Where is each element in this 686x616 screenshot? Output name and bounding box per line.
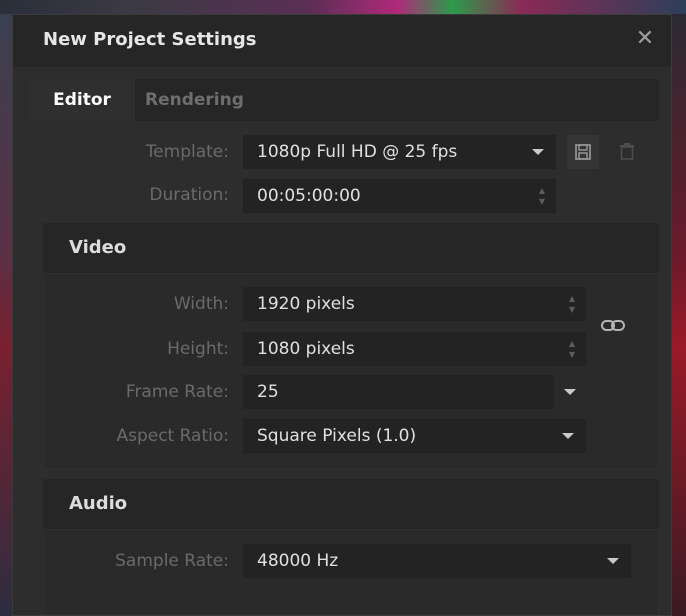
sample-rate-dropdown[interactable]: 48000 Hz (243, 544, 631, 578)
video-section-header: Video (43, 223, 659, 273)
template-dropdown[interactable]: 1080p Full HD @ 25 fps (243, 135, 556, 169)
template-value: 1080p Full HD @ 25 fps (257, 142, 458, 162)
width-label: Width: (173, 294, 229, 314)
chevron-down-icon (532, 149, 544, 155)
spin-arrows-icon[interactable]: ▲ ▼ (537, 185, 547, 207)
width-input[interactable]: 1920 pixels ▲ ▼ (243, 287, 586, 321)
aspect-ratio-dropdown[interactable]: Square Pixels (1.0) (243, 419, 586, 453)
chevron-down-icon (564, 389, 576, 395)
height-input[interactable]: 1080 pixels ▲ ▼ (243, 332, 586, 366)
sample-rate-value: 48000 Hz (257, 551, 339, 571)
link-icon (601, 320, 625, 331)
width-value: 1920 pixels (257, 294, 355, 314)
duration-input[interactable]: 00:05:00:00 ▲ ▼ (243, 179, 556, 213)
frame-rate-dropdown-button[interactable] (554, 375, 586, 409)
duration-value: 00:05:00:00 (257, 186, 361, 206)
tab-bar: Editor Rendering (29, 79, 659, 121)
close-icon[interactable]: ✕ (633, 27, 657, 51)
save-template-button[interactable] (567, 135, 599, 169)
new-project-settings-dialog: New Project Settings ✕ Editor Rendering … (12, 14, 672, 616)
dialog-title: New Project Settings (43, 29, 257, 50)
audio-heading: Audio (69, 493, 128, 514)
sample-rate-label: Sample Rate: (115, 551, 229, 571)
height-value: 1080 pixels (257, 339, 355, 359)
duration-label: Duration: (149, 185, 229, 205)
background-strip-right (672, 14, 686, 616)
aspect-ratio-value: Square Pixels (1.0) (257, 426, 417, 446)
frame-rate-combobox[interactable]: 25 (243, 375, 586, 409)
chevron-down-icon (607, 558, 619, 564)
dialog-titlebar: New Project Settings ✕ (13, 15, 671, 67)
frame-rate-label: Frame Rate: (125, 382, 229, 402)
save-icon (575, 144, 591, 160)
frame-rate-value: 25 (257, 382, 279, 402)
background-strip-left (0, 14, 12, 616)
tab-rendering[interactable]: Rendering (145, 79, 265, 121)
audio-section-header: Audio (43, 479, 659, 529)
spin-arrows-icon[interactable]: ▲ ▼ (567, 293, 577, 315)
spin-arrows-icon[interactable]: ▲ ▼ (567, 338, 577, 360)
height-label: Height: (167, 339, 229, 359)
aspect-ratio-label: Aspect Ratio: (116, 426, 229, 446)
tab-editor[interactable]: Editor (29, 79, 135, 121)
video-heading: Video (69, 237, 127, 258)
template-label: Template: (145, 142, 229, 162)
link-dimensions-button[interactable] (597, 309, 629, 343)
chevron-down-icon (562, 433, 574, 439)
trash-icon (620, 143, 634, 160)
delete-template-button[interactable] (611, 135, 643, 169)
background-strip-top (0, 0, 686, 14)
